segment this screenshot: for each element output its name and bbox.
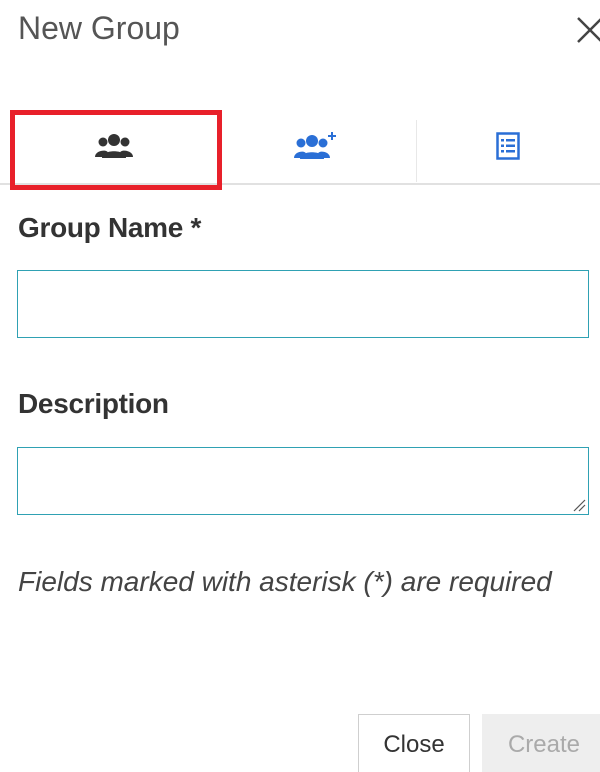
new-group-dialog: New Group Group Name * Description Field…	[0, 0, 600, 772]
close-button[interactable]: Close	[358, 714, 470, 772]
group-icon	[94, 131, 134, 166]
add-group-icon	[294, 130, 338, 167]
close-icon[interactable]	[572, 8, 600, 48]
dialog-title: New Group	[18, 10, 180, 46]
create-button[interactable]: Create	[482, 714, 600, 772]
description-textarea[interactable]	[17, 447, 589, 515]
required-fields-note: Fields marked with asterisk (*) are requ…	[18, 566, 552, 597]
description-label: Description	[18, 388, 169, 419]
list-icon	[496, 131, 520, 165]
tab-group-info[interactable]	[10, 110, 218, 186]
tab-add-members[interactable]	[216, 110, 416, 186]
tab-details[interactable]	[416, 110, 600, 186]
group-name-label: Group Name *	[18, 212, 202, 243]
group-name-input[interactable]	[17, 270, 589, 338]
